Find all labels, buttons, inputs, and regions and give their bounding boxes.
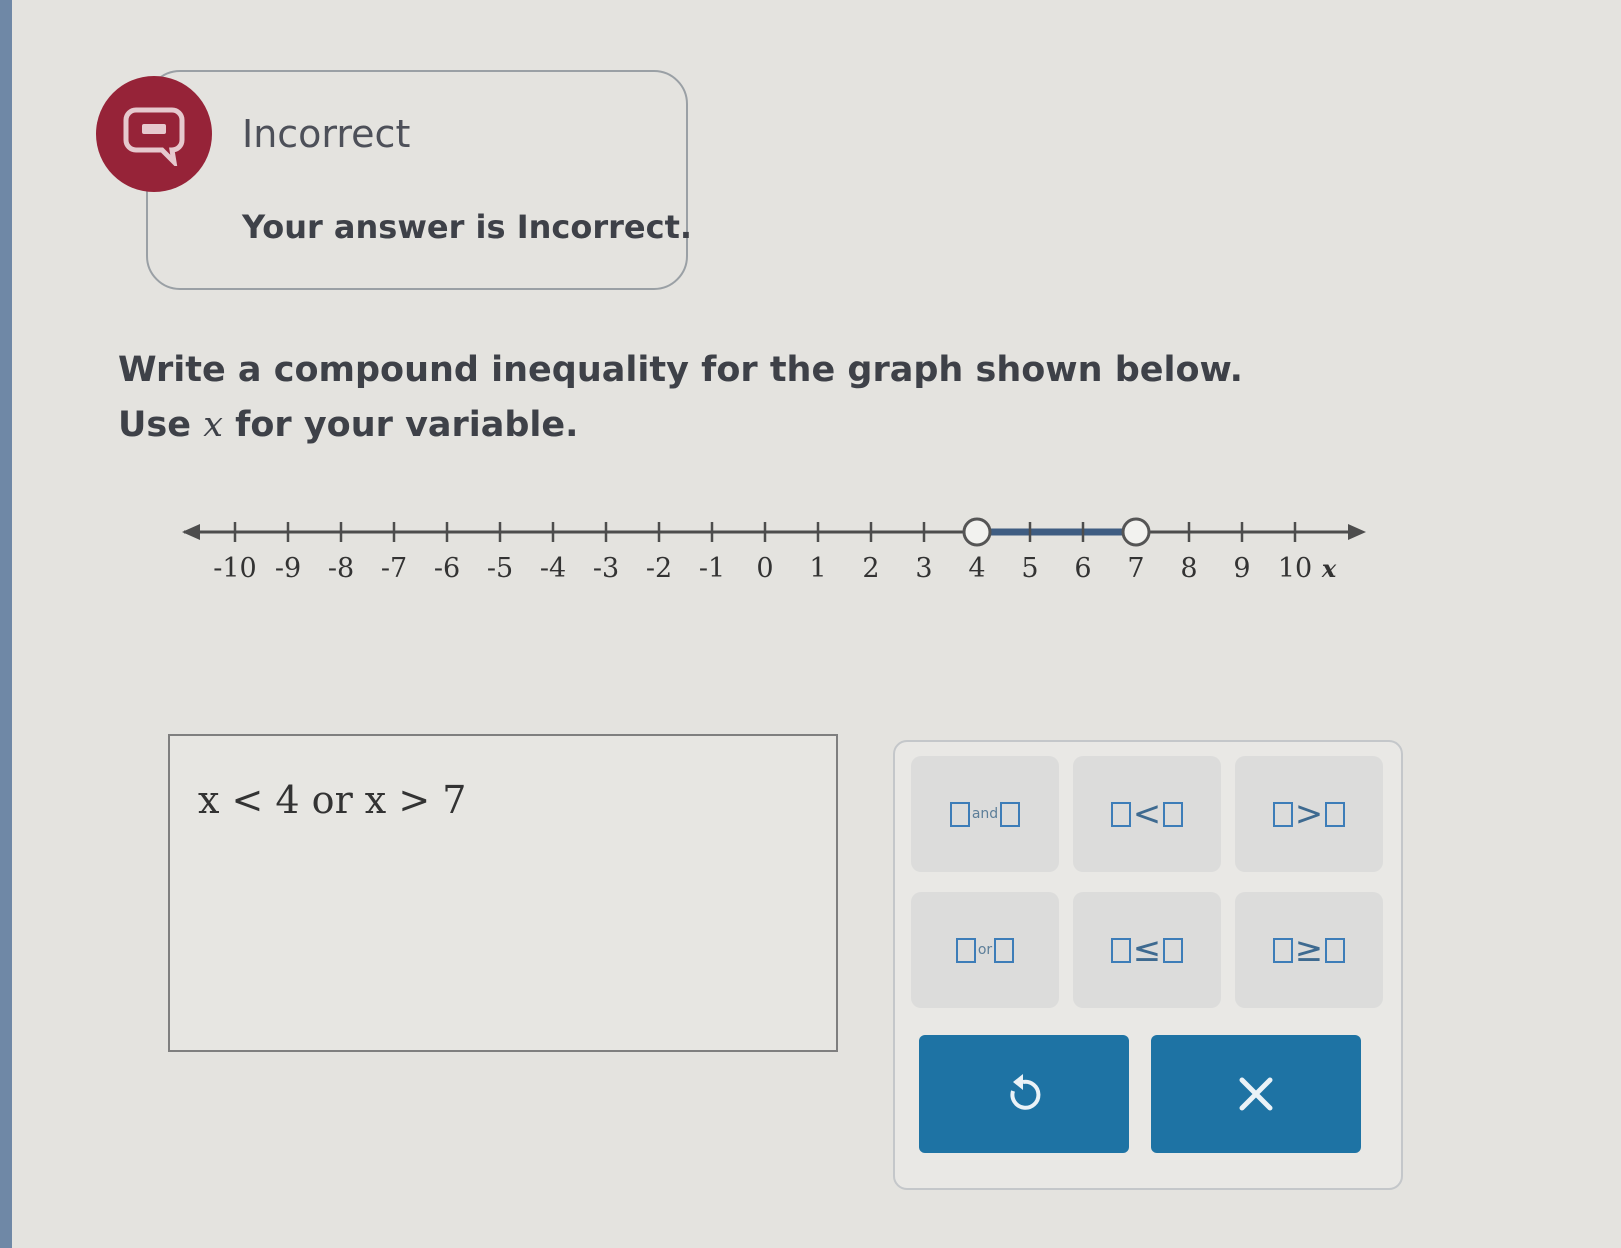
window-edge: [0, 0, 12, 1248]
tick-label: 3: [915, 553, 932, 584]
greater-equal-key[interactable]: ≥: [1235, 892, 1383, 1008]
feedback-status: Incorrect: [242, 112, 411, 156]
question-line-1: Write a compound inequality for the grap…: [118, 350, 1243, 390]
tick-label: -10: [213, 553, 256, 584]
tick-label: -2: [646, 553, 672, 584]
feedback-message: Your answer is Incorrect.: [242, 208, 693, 246]
clear-button[interactable]: [1151, 1035, 1361, 1153]
and-key[interactable]: and: [911, 756, 1059, 872]
or-key[interactable]: or: [911, 892, 1059, 1008]
less-equal-key[interactable]: ≤: [1073, 892, 1221, 1008]
axis-label: x: [1321, 554, 1337, 583]
tick-label: 0: [756, 553, 773, 584]
left-arrow-icon: [182, 524, 200, 540]
speech-bubble-icon: [123, 107, 185, 166]
tick-label: -6: [434, 553, 460, 584]
tick-label: -7: [381, 553, 407, 584]
inequality-keypad: and < > or ≤ ≥: [893, 740, 1403, 1190]
tick-label: -5: [487, 553, 513, 584]
open-endpoint-left: [962, 517, 992, 547]
tick-label: -4: [540, 553, 566, 584]
tick-label: 5: [1021, 553, 1038, 584]
answer-value: x < 4 or x > 7: [198, 778, 467, 822]
less-than-key[interactable]: <: [1073, 756, 1221, 872]
tick-label: -3: [593, 553, 619, 584]
clear-icon: [1239, 1077, 1273, 1111]
open-endpoint-right: [1121, 517, 1151, 547]
tick-label: 10: [1278, 553, 1312, 584]
tick-label: 1: [809, 553, 826, 584]
tick-label: -9: [275, 553, 301, 584]
tick-label: 8: [1180, 553, 1197, 584]
tick-label: 4: [968, 553, 985, 584]
question-line-2: Use x for your variable.: [118, 405, 579, 445]
undo-button[interactable]: [919, 1035, 1129, 1153]
tick-label: 6: [1074, 553, 1091, 584]
number-line: -10 -9 -8 -7 -6 -5 -4 -3 -2 -1 0 1 2 3 4 5 6 7 8 9 10 x: [182, 517, 1366, 584]
tick-label: -8: [328, 553, 354, 584]
answer-input[interactable]: x < 4 or x > 7: [168, 734, 838, 1052]
greater-than-key[interactable]: >: [1235, 756, 1383, 872]
undo-icon: [1010, 1074, 1041, 1110]
tick-label: 9: [1233, 553, 1250, 584]
tick-label: 2: [862, 553, 879, 584]
feedback-panel: [146, 70, 688, 290]
right-arrow-icon: [1348, 524, 1366, 540]
tick-label: 7: [1127, 553, 1144, 584]
feedback-badge: [96, 76, 212, 192]
tick-label: -1: [699, 553, 725, 584]
